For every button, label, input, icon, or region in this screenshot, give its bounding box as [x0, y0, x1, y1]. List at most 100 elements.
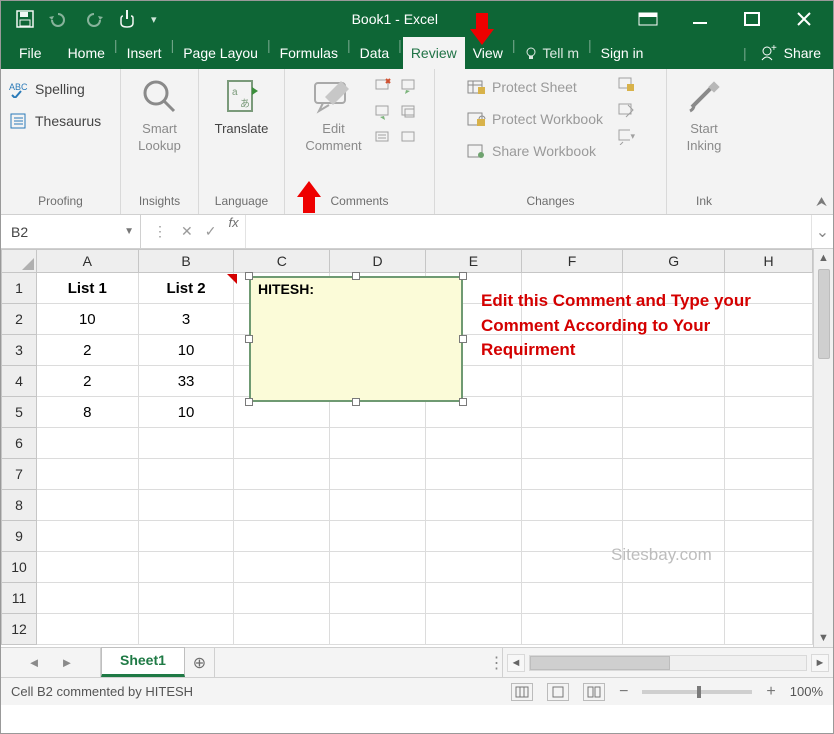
col-header[interactable]: H — [725, 249, 813, 273]
tab-review[interactable]: Review — [403, 37, 465, 69]
collapse-ribbon-icon[interactable]: ⮝ — [816, 194, 827, 210]
cell[interactable] — [234, 583, 330, 614]
col-header[interactable]: B — [139, 249, 235, 273]
cell[interactable]: 8 — [37, 397, 139, 428]
signin-link[interactable]: Sign in — [593, 37, 652, 69]
cell[interactable] — [330, 428, 426, 459]
row-header[interactable]: 2 — [1, 304, 37, 335]
zoom-value[interactable]: 100% — [790, 684, 823, 699]
cell[interactable]: 3 — [139, 304, 235, 335]
cell[interactable] — [330, 583, 426, 614]
cell[interactable] — [426, 521, 522, 552]
cell[interactable] — [623, 366, 725, 397]
col-header[interactable]: F — [522, 249, 624, 273]
page-layout-view-icon[interactable] — [547, 683, 569, 701]
cell[interactable] — [234, 614, 330, 645]
cell[interactable] — [522, 459, 624, 490]
cell[interactable] — [426, 459, 522, 490]
cell[interactable] — [623, 614, 725, 645]
tab-file[interactable]: File — [1, 37, 60, 69]
tab-page-layout[interactable]: Page Layou — [175, 37, 266, 69]
delete-comment-icon[interactable] — [374, 77, 392, 95]
row-header[interactable]: 6 — [1, 428, 37, 459]
cell[interactable] — [37, 552, 139, 583]
cell[interactable] — [522, 397, 624, 428]
row-header[interactable]: 9 — [1, 521, 37, 552]
cell[interactable] — [330, 521, 426, 552]
cell[interactable] — [37, 614, 139, 645]
cell[interactable] — [426, 490, 522, 521]
cell[interactable] — [426, 552, 522, 583]
expand-formula-bar-icon[interactable]: ⌄ — [811, 215, 833, 248]
cell[interactable] — [725, 459, 813, 490]
cell[interactable] — [37, 521, 139, 552]
cell[interactable] — [522, 614, 624, 645]
sheet-nav-prev-icon[interactable]: ◄ — [28, 655, 41, 670]
tab-home[interactable]: Home — [60, 37, 113, 69]
cell[interactable] — [330, 459, 426, 490]
zoom-out-icon[interactable]: − — [619, 683, 628, 701]
cell[interactable]: 33 — [139, 366, 235, 397]
previous-comment-icon[interactable] — [400, 77, 418, 95]
spelling-button[interactable]: ABC Spelling — [9, 77, 85, 101]
cell[interactable] — [139, 459, 235, 490]
cell[interactable] — [725, 428, 813, 459]
cell[interactable] — [623, 490, 725, 521]
cell[interactable] — [37, 490, 139, 521]
cell[interactable] — [623, 397, 725, 428]
row-header[interactable]: 3 — [1, 335, 37, 366]
tab-data[interactable]: Data — [352, 37, 398, 69]
scroll-left-icon[interactable]: ◄ — [507, 654, 525, 672]
zoom-slider[interactable] — [642, 690, 752, 694]
cell[interactable] — [725, 614, 813, 645]
cell[interactable] — [37, 459, 139, 490]
allow-edit-ranges-icon[interactable] — [617, 101, 635, 119]
formula-more-icon[interactable]: ⋮ — [153, 223, 169, 240]
tab-split-handle[interactable]: ⋮ — [491, 648, 503, 677]
cell[interactable] — [139, 490, 235, 521]
cell[interactable] — [234, 490, 330, 521]
row-header[interactable]: 7 — [1, 459, 37, 490]
spreadsheet-grid[interactable]: ABCDEFGH 123456789101112 List 1List 2103… — [1, 249, 833, 647]
cell[interactable] — [139, 614, 235, 645]
cell[interactable] — [725, 397, 813, 428]
row-header[interactable]: 1 — [1, 273, 37, 304]
cell[interactable] — [426, 583, 522, 614]
cell[interactable] — [234, 521, 330, 552]
cell[interactable] — [522, 490, 624, 521]
cell[interactable] — [725, 366, 813, 397]
share-workbook-button[interactable]: Share Workbook — [466, 139, 603, 163]
cell[interactable] — [623, 459, 725, 490]
track-changes-icon[interactable]: ▾ — [617, 127, 635, 145]
cell[interactable] — [426, 428, 522, 459]
cell[interactable] — [139, 521, 235, 552]
cell[interactable]: 2 — [37, 366, 139, 397]
cell[interactable] — [623, 583, 725, 614]
show-ink-icon[interactable] — [400, 129, 418, 147]
col-header[interactable]: A — [37, 249, 139, 273]
vertical-scrollbar[interactable]: ▲ ▼ — [813, 249, 833, 647]
cell[interactable] — [139, 428, 235, 459]
col-header[interactable]: E — [426, 249, 522, 273]
select-all-corner[interactable] — [1, 249, 37, 273]
save-icon[interactable] — [15, 9, 35, 29]
cell[interactable] — [139, 583, 235, 614]
edit-comment-button[interactable]: Edit Comment — [301, 73, 365, 155]
row-header[interactable]: 10 — [1, 552, 37, 583]
row-header[interactable]: 5 — [1, 397, 37, 428]
scroll-right-icon[interactable]: ► — [811, 654, 829, 672]
fx-icon[interactable]: fx — [228, 215, 238, 248]
cell[interactable] — [37, 428, 139, 459]
cell[interactable]: 10 — [37, 304, 139, 335]
share-button[interactable]: + Share — [748, 43, 833, 64]
cell[interactable] — [522, 521, 624, 552]
cell[interactable] — [623, 428, 725, 459]
undo-icon[interactable] — [49, 9, 69, 29]
close-icon[interactable] — [789, 9, 819, 29]
show-comments-icon[interactable] — [400, 103, 418, 121]
cell[interactable]: List 1 — [37, 273, 139, 304]
start-inking-button[interactable]: Start Inking — [678, 73, 730, 155]
sheet-tab-active[interactable]: Sheet1 — [101, 647, 185, 677]
cell[interactable] — [37, 583, 139, 614]
col-header[interactable]: C — [234, 249, 330, 273]
